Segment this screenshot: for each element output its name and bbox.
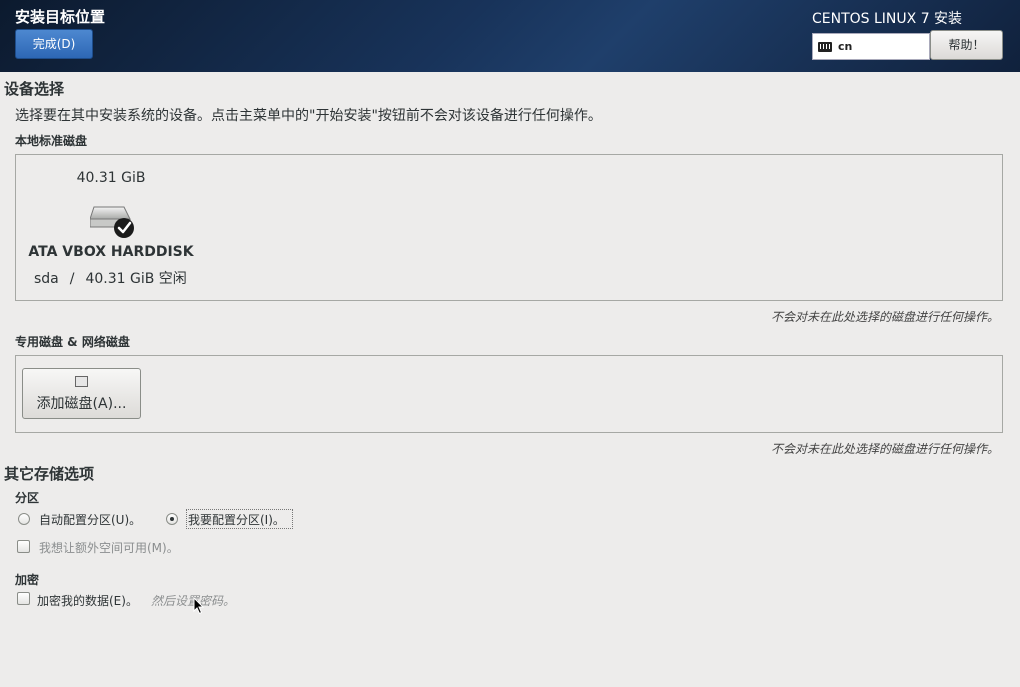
specialized-disks-panel — [15, 355, 1003, 433]
extra-space-checkbox[interactable] — [17, 540, 30, 553]
device-selection-description: 选择要在其中安装系统的设备。点击主菜单中的"开始安装"按钮前不会对该设备进行任何… — [15, 108, 602, 124]
help-button[interactable]: 帮助！ — [930, 30, 1003, 60]
disk-size: 40.31 GiB — [76, 170, 146, 186]
page-title: 安装目标位置 — [15, 8, 106, 26]
specialized-disks-note: 不会对未在此处选择的磁盘进行任何操作。 — [770, 442, 999, 456]
mouse-pointer-icon — [193, 597, 205, 615]
extra-space-label[interactable]: 我想让额外空间可用(M)。 — [39, 539, 179, 556]
local-disks-note: 不会对未在此处选择的磁盘进行任何操作。 — [770, 310, 999, 324]
product-title: CENTOS LINUX 7 安装 — [812, 11, 963, 27]
disk-device: sda — [34, 271, 59, 287]
encryption-heading: 加密 — [15, 573, 40, 587]
disk-details: sda / 40.31 GiB 空闲 — [34, 268, 187, 288]
header-bar: 安装目标位置 完成(D) CENTOS LINUX 7 安装 cn 帮助！ — [0, 0, 1020, 72]
local-disks-heading: 本地标准磁盘 — [15, 134, 88, 148]
add-disk-icon — [75, 376, 88, 387]
manual-partition-label[interactable]: 我要配置分区(I)。 — [188, 511, 285, 528]
partitioning-heading: 分区 — [15, 491, 40, 505]
keyboard-icon — [818, 41, 832, 52]
keyboard-layout-value: cn — [838, 40, 853, 53]
harddisk-icon — [90, 206, 134, 238]
other-storage-heading: 其它存储选项 — [4, 465, 95, 483]
disk-name: ATA VBOX HARDDISK — [28, 244, 194, 260]
done-button[interactable]: 完成(D) — [15, 29, 93, 59]
auto-partition-radio[interactable] — [18, 513, 30, 525]
encrypt-data-checkbox[interactable] — [17, 592, 30, 605]
manual-partition-radio[interactable] — [166, 513, 178, 525]
add-disk-label: 添加磁盘(A)... — [36, 396, 127, 412]
disk-free-space: 40.31 GiB 空闲 — [85, 271, 187, 287]
device-selection-heading: 设备选择 — [4, 80, 65, 98]
auto-partition-label[interactable]: 自动配置分区(U)。 — [39, 511, 141, 528]
specialized-disks-heading: 专用磁盘 & 网络磁盘 — [15, 335, 130, 349]
keyboard-layout-indicator[interactable]: cn — [812, 33, 930, 60]
disk-separator: / — [69, 271, 75, 287]
checkmark-icon — [114, 218, 134, 238]
encrypt-data-label[interactable]: 加密我的数据(E)。 — [37, 592, 138, 609]
add-disk-button[interactable]: 添加磁盘(A)... — [22, 368, 141, 419]
